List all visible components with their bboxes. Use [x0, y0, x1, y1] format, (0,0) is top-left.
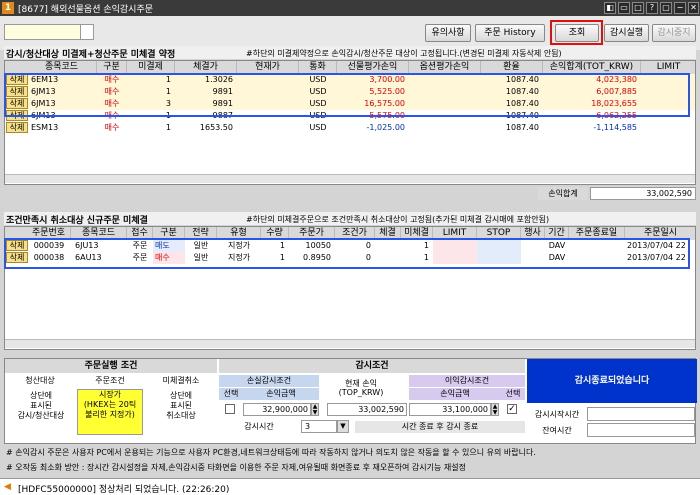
- col-code: 종목코드: [27, 61, 97, 73]
- unfilled-cancel-value: 상단에 표시된 취소대상: [166, 391, 196, 420]
- loss-watch-title: 손실감시조건: [219, 375, 319, 387]
- loss-amount-spinner[interactable]: ▲ ▼: [311, 403, 319, 416]
- profit-amount-label: 손익금액: [409, 388, 501, 400]
- profit-watch-title: 이익감시조건: [409, 375, 525, 387]
- caution-button[interactable]: 유의사항: [425, 24, 471, 42]
- horizontal-scrollbar[interactable]: [5, 174, 695, 183]
- col-qty: 미결제: [127, 61, 175, 73]
- current-pnl-value: 33,002,590: [327, 403, 407, 416]
- watch-time-dropdown-icon[interactable]: ▼: [337, 420, 349, 433]
- loss-amount-input[interactable]: 32,900,000: [243, 403, 311, 416]
- remain-time-value: [587, 423, 695, 437]
- col-unfilled-cancel: 미체결취소: [162, 376, 200, 385]
- watch-start-value: [587, 407, 695, 421]
- stop-watch-button[interactable]: 감시중지: [652, 24, 696, 42]
- table-row[interactable]: 삭제 ESM13 매수 1 1653.50 USD -1,025.00 1087…: [5, 122, 695, 134]
- start-watch-button[interactable]: 감시실행: [604, 24, 649, 42]
- order-cond-title: 주문실행 조건: [5, 359, 217, 373]
- watch-time-label: 감시시간: [244, 422, 274, 431]
- profit-amount-spinner[interactable]: ▲ ▼: [491, 403, 499, 416]
- account-select[interactable]: [4, 24, 84, 40]
- watch-time-select[interactable]: 3: [301, 420, 337, 433]
- cell-side: 매수: [104, 123, 120, 132]
- conditions-panel: 주문실행 조건 청산대상 주문조건 미체결취소 상단에 표시된 감시/청산대상 …: [4, 358, 697, 444]
- col-price: 체결가: [175, 61, 237, 73]
- selected-rows-highlight: [4, 73, 690, 117]
- col-limit: LIMIT: [641, 61, 695, 73]
- watch-status: 감시종료되었습니다: [527, 359, 697, 403]
- pin-icon[interactable]: −: [674, 2, 686, 14]
- loss-select-checkbox[interactable]: [225, 404, 235, 414]
- col-fx: 환율: [481, 61, 543, 73]
- account-select-dropdown[interactable]: [80, 24, 94, 40]
- col-current: 현재가: [237, 61, 299, 73]
- search-highlight: [550, 20, 603, 45]
- section1-title: 감시/청산대상 미결제+청산주문 미체결 약정: [6, 50, 176, 60]
- col-currency: 통화: [299, 61, 337, 73]
- cell-price: 1653.50: [199, 123, 233, 132]
- horizontal-scrollbar[interactable]: [5, 339, 695, 348]
- cell-code: ESM13: [31, 123, 59, 132]
- cell-currency: USD: [309, 123, 327, 132]
- status-bar: ◀ [HDFC55000000] 정상처리 되었습니다. (22:26:20): [0, 478, 700, 495]
- help-icon[interactable]: ?: [646, 2, 658, 14]
- liquidate-target-value: 상단에 표시된 감시/청산대상: [17, 391, 65, 420]
- window-title: [8677] 해외선물옵션 손익감시주문: [18, 5, 154, 15]
- total-value: 33,002,590: [590, 187, 696, 200]
- section1-note: #하단의 미결제약정으로 손익감시/청산주문 대상이 고정됩니다.(변경된 미결…: [246, 49, 562, 58]
- watch-cond-title: 감시조건: [219, 359, 525, 373]
- remain-time-label: 잔여시간: [542, 426, 572, 435]
- cell-qty: 1: [165, 123, 171, 132]
- col-total: 손익합계(TOT_KRW): [543, 61, 641, 73]
- section2-title: 조건만족시 취소대상 신규주문 미체결: [6, 216, 148, 226]
- cell-fut-pnl: -1,025.00: [366, 123, 405, 132]
- window-menu-icon[interactable]: ◧: [604, 2, 616, 14]
- note-line-2: # 오작동 최소화 방안 : 장시간 감시설정을 자제,손익감시중 타화면을 이…: [6, 463, 466, 472]
- status-message: [HDFC55000000] 정상처리 되었습니다. (22:26:20): [18, 485, 230, 495]
- col-liquidate-target: 청산대상: [25, 376, 55, 385]
- window-number: 1: [2, 2, 14, 14]
- col-fut-pnl: 선물평가손익: [337, 61, 409, 73]
- maximize-icon[interactable]: ▢: [660, 2, 672, 14]
- title-bar: 1 [8677] 해외선물옵션 손익감시주문 ◧ ▭ □ ? ▢ − ✕: [0, 0, 700, 16]
- loss-amount-label: 손익금액: [243, 388, 319, 400]
- order-history-button[interactable]: 주문 History: [475, 24, 545, 42]
- cell-total: -1,114,585: [593, 123, 637, 132]
- order-cond-value: 시장가 (HKEX는 20틱 불리한 지정가): [77, 389, 143, 435]
- selected-orders-highlight: [4, 238, 690, 269]
- profit-select-label: 선택: [501, 388, 525, 400]
- restore-icon[interactable]: □: [632, 2, 644, 14]
- watch-start-label: 감시시작시간: [534, 410, 580, 419]
- section2-note: #하단의 미체결주문으로 조건만족시 취소대상이 고정됨(추가된 미체결 감시매…: [246, 215, 550, 224]
- total-label: 손익합계: [538, 187, 588, 200]
- delete-button[interactable]: 삭제: [6, 122, 28, 133]
- note-line-1: # 손익감시 주문은 사용자 PC에서 운용되는 기능으로 사용자 PC환경,네…: [6, 448, 536, 457]
- profit-select-checkbox[interactable]: ✓: [507, 404, 517, 414]
- col-opt-pnl: 옵션평가손익: [409, 61, 481, 73]
- message-icon: ◀: [4, 482, 11, 492]
- cell-fx: 1087.40: [505, 123, 539, 132]
- close-icon[interactable]: ✕: [688, 2, 699, 14]
- col-order-cond: 주문조건: [95, 376, 125, 385]
- profit-amount-input[interactable]: 33,100,000: [409, 403, 491, 416]
- col-side: 구분: [97, 61, 127, 73]
- current-pnl-label: 현재 손익 (TOP_KRW): [338, 379, 384, 397]
- loss-select-label: 선택: [219, 388, 243, 400]
- minimize-icon[interactable]: ▭: [618, 2, 630, 14]
- watch-time-note: 시간 종료 후 감시 종료: [355, 421, 525, 433]
